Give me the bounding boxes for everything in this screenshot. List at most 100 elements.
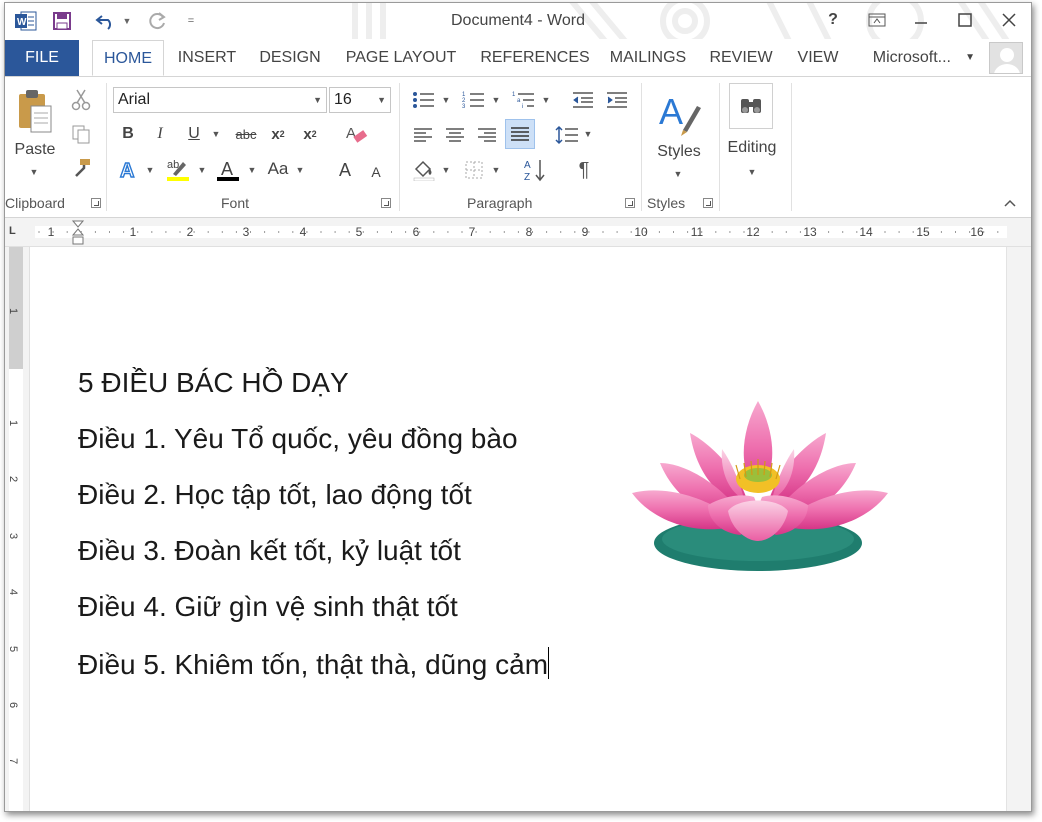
- tab-view[interactable]: VIEW: [791, 40, 845, 76]
- collapse-ribbon-icon[interactable]: [1001, 195, 1019, 211]
- text-effects-dropdown-icon[interactable]: ▼: [145, 165, 155, 175]
- styles-icon[interactable]: A: [655, 85, 705, 141]
- svg-text:A: A: [221, 159, 233, 179]
- font-launcher-icon[interactable]: [381, 198, 391, 208]
- font-size-combo[interactable]: 16 ▼: [329, 87, 391, 113]
- shading-icon[interactable]: [409, 157, 439, 183]
- vruler-number: 1: [7, 307, 20, 315]
- underline-icon[interactable]: U: [181, 121, 207, 147]
- paragraph-launcher-icon[interactable]: [625, 198, 635, 208]
- svg-text:3: 3: [462, 104, 466, 110]
- clipboard-launcher-icon[interactable]: [91, 198, 101, 208]
- shrink-font-button[interactable]: A: [365, 161, 387, 183]
- tab-review[interactable]: REVIEW: [705, 40, 777, 76]
- paste-icon[interactable]: [13, 87, 57, 139]
- document-line-4[interactable]: Điều 4. Giữ gìn vệ sinh thật tốt: [78, 591, 458, 623]
- tab-design[interactable]: DESIGN: [253, 40, 327, 76]
- window-controls: ?: [811, 3, 1031, 37]
- shading-dropdown-icon[interactable]: ▼: [441, 165, 451, 175]
- sort-icon[interactable]: AZ: [521, 155, 551, 185]
- font-color-dropdown-icon[interactable]: ▼: [247, 165, 257, 175]
- binoculars-icon[interactable]: [729, 83, 773, 129]
- show-formatting-marks-icon[interactable]: ¶: [569, 155, 599, 185]
- font-size-value: 16: [334, 91, 352, 108]
- minimize-icon[interactable]: [899, 3, 943, 37]
- copy-icon[interactable]: [67, 121, 95, 147]
- underline-dropdown-icon[interactable]: ▼: [211, 129, 221, 139]
- align-right-icon[interactable]: [473, 121, 501, 149]
- vruler-number: 7: [7, 757, 20, 765]
- font-color-icon[interactable]: A: [213, 155, 243, 183]
- tab-mailings[interactable]: MAILINGS: [603, 40, 693, 76]
- lotus-image[interactable]: [630, 393, 892, 575]
- numbering-dropdown-icon[interactable]: ▼: [491, 95, 501, 105]
- numbering-icon[interactable]: 123: [459, 87, 489, 113]
- vertical-ruler[interactable]: 1 1 2 3 4 5 6 7: [5, 247, 30, 811]
- font-group-label: Font: [221, 195, 250, 211]
- decrease-indent-icon[interactable]: [569, 87, 597, 113]
- bullets-icon[interactable]: [409, 87, 439, 113]
- paste-button[interactable]: Paste: [9, 141, 61, 159]
- account-dropdown-icon[interactable]: ▼: [965, 40, 975, 76]
- change-case-button[interactable]: Aa: [263, 155, 293, 183]
- document-line-5-wrap[interactable]: Điều 5. Khiêm tốn, thật thà, dũng cảm: [78, 647, 550, 681]
- horizontal-ruler[interactable]: L 1 1 2 3 4 5 6 7 8 9 10 11 12 13 14 15 …: [5, 218, 1031, 247]
- highlight-icon[interactable]: ab: [163, 155, 193, 183]
- font-name-dropdown-icon[interactable]: ▼: [313, 88, 322, 112]
- tab-file[interactable]: FILE: [5, 40, 79, 76]
- line-spacing-dropdown-icon[interactable]: ▼: [583, 129, 593, 139]
- document-line-1[interactable]: Điều 1. Yêu Tổ quốc, yêu đồng bào: [78, 423, 518, 455]
- superscript-icon[interactable]: x2: [297, 121, 323, 147]
- avatar[interactable]: [989, 42, 1023, 74]
- italic-icon[interactable]: I: [147, 121, 173, 147]
- multilevel-list-icon[interactable]: 1ai: [509, 87, 539, 113]
- multilevel-list-dropdown-icon[interactable]: ▼: [541, 95, 551, 105]
- text-effects-icon[interactable]: A: [115, 155, 143, 183]
- format-painter-icon[interactable]: [67, 155, 95, 181]
- borders-dropdown-icon[interactable]: ▼: [491, 165, 501, 175]
- maximize-icon[interactable]: [943, 3, 987, 37]
- account-name[interactable]: Microsoft...: [873, 40, 951, 76]
- font-size-dropdown-icon[interactable]: ▼: [377, 88, 386, 112]
- document-line-2[interactable]: Điều 2. Học tập tốt, lao động tốt: [78, 479, 472, 511]
- increase-indent-icon[interactable]: [603, 87, 631, 113]
- font-name-combo[interactable]: Arial ▼: [113, 87, 327, 113]
- align-center-icon[interactable]: [441, 121, 469, 149]
- cut-icon[interactable]: [67, 87, 95, 113]
- paste-dropdown-icon[interactable]: ▼: [29, 167, 39, 177]
- clear-formatting-icon[interactable]: A: [341, 121, 371, 147]
- bold-icon[interactable]: B: [115, 121, 141, 147]
- svg-text:A: A: [659, 91, 683, 132]
- document-title-line[interactable]: 5 ĐIỀU BÁC HỒ DẠY: [78, 367, 349, 399]
- editing-dropdown-icon[interactable]: ▼: [747, 167, 757, 177]
- vruler-number: 5: [7, 645, 20, 653]
- tab-home[interactable]: HOME: [92, 40, 164, 76]
- vruler-number: 6: [7, 701, 20, 709]
- styles-launcher-icon[interactable]: [703, 198, 713, 208]
- align-left-icon[interactable]: [409, 121, 437, 149]
- document-page[interactable]: 5 ĐIỀU BÁC HỒ DẠY Điều 1. Yêu Tổ quốc, y…: [30, 247, 1031, 811]
- editing-button[interactable]: Editing: [719, 139, 785, 157]
- styles-button[interactable]: Styles: [651, 143, 707, 161]
- grow-font-button[interactable]: A: [333, 157, 357, 183]
- subscript-icon[interactable]: x2: [265, 121, 291, 147]
- change-case-dropdown-icon[interactable]: ▼: [295, 165, 305, 175]
- justify-icon[interactable]: [505, 119, 535, 149]
- tab-page-layout[interactable]: PAGE LAYOUT: [339, 40, 463, 76]
- close-icon[interactable]: [987, 3, 1031, 37]
- ribbon-display-options-icon[interactable]: [855, 3, 899, 37]
- help-icon[interactable]: ?: [811, 3, 855, 37]
- styles-dropdown-icon[interactable]: ▼: [673, 169, 683, 179]
- strikethrough-icon[interactable]: abc: [231, 121, 261, 147]
- highlight-dropdown-icon[interactable]: ▼: [197, 165, 207, 175]
- svg-text:i: i: [522, 104, 523, 110]
- borders-icon[interactable]: [459, 157, 489, 183]
- line-spacing-icon[interactable]: [553, 121, 581, 149]
- tab-insert[interactable]: INSERT: [171, 40, 243, 76]
- tab-references[interactable]: REFERENCES: [475, 40, 595, 76]
- bullets-dropdown-icon[interactable]: ▼: [441, 95, 451, 105]
- word-window: W ▼ = Document4 - Word ? FILE HOME INSER…: [4, 2, 1032, 812]
- group-separator: [641, 83, 642, 211]
- document-line-3[interactable]: Điều 3. Đoàn kết tốt, kỷ luật tốt: [78, 535, 461, 567]
- vertical-scrollbar[interactable]: [1006, 247, 1031, 811]
